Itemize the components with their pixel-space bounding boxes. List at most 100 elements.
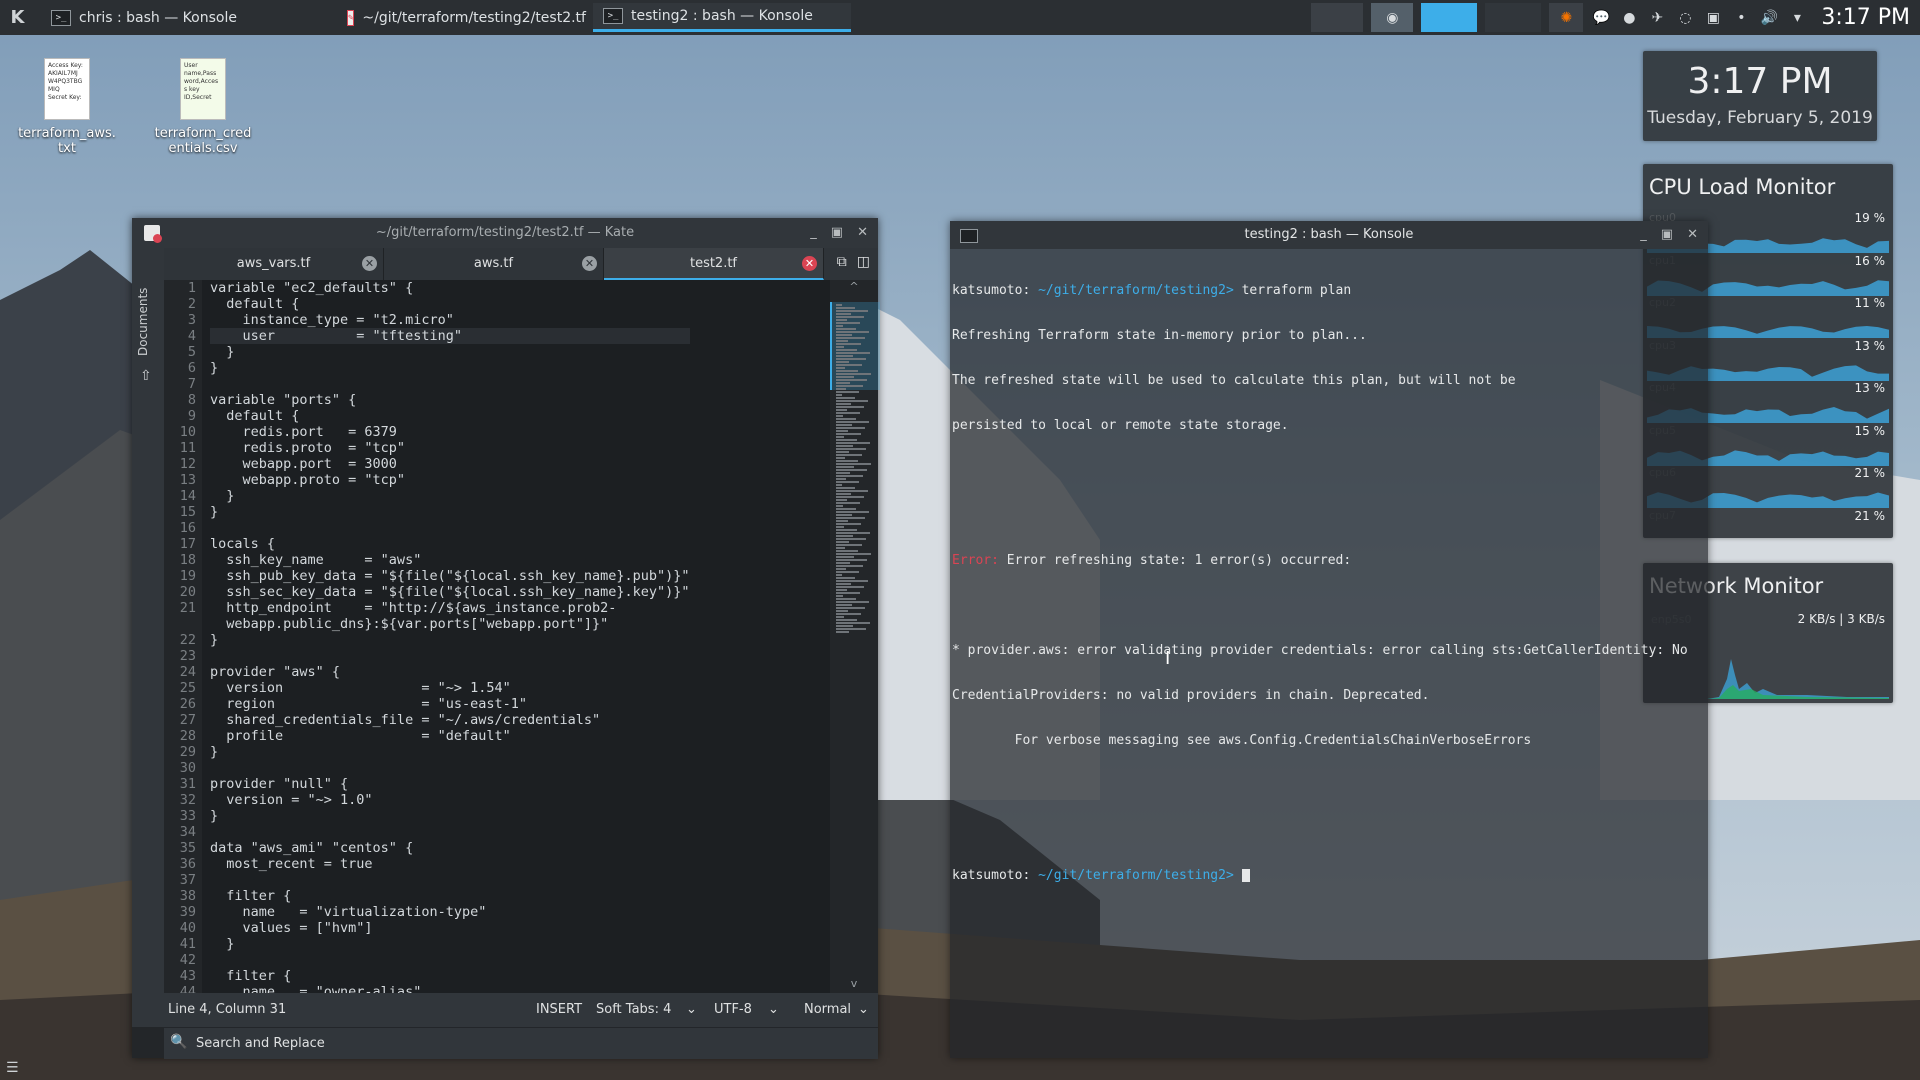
tab-close-icon[interactable]: ✕ (582, 256, 597, 271)
digital-clock-widget[interactable]: 3:17 PM Tuesday, February 5, 2019 (1643, 51, 1877, 141)
code-line[interactable]: instance_type = "t2.micro" (210, 312, 690, 328)
close-button[interactable]: ✕ (1687, 221, 1698, 249)
code-line[interactable]: } (210, 488, 690, 504)
code-line[interactable] (210, 824, 690, 840)
volume-icon[interactable]: 🔊 (1759, 8, 1779, 28)
code-line[interactable]: shared_credentials_file = "~/.aws/creden… (210, 712, 690, 728)
code-line[interactable]: ssh_key_name = "aws" (210, 552, 690, 568)
konsole-titlebar[interactable]: testing2 : bash — Konsole _ ▣ ✕ (950, 221, 1708, 249)
tab-close-icon[interactable]: ✕ (362, 256, 377, 271)
code-line[interactable] (210, 872, 690, 888)
quick-open-icon[interactable]: ⧉ (837, 254, 847, 270)
input-mode[interactable]: INSERT (536, 1002, 582, 1017)
pager-desktop-3[interactable] (1421, 3, 1478, 32)
terminal-output[interactable]: katsumoto: ~/git/terraform/testing2> ter… (952, 253, 1688, 913)
code-line[interactable]: webapp.proto = "tcp" (210, 472, 690, 488)
code-line[interactable] (210, 648, 690, 664)
code-line[interactable]: webapp.public_dns}:${var.ports["webapp.p… (210, 616, 690, 632)
search-replace-bar[interactable]: 🔍 Search and Replace (164, 1027, 878, 1059)
task-chris-konsole[interactable]: >_ chris : bash — Konsole (41, 3, 331, 32)
code-line[interactable]: name = "owner-alias" (210, 984, 690, 993)
search-replace-label[interactable]: Search and Replace (196, 1036, 325, 1051)
scroll-up-icon[interactable]: ^ (830, 280, 878, 296)
code-line[interactable]: provider "null" { (210, 776, 690, 792)
code-line[interactable]: ssh_sec_key_data = "${file("${local.ssh_… (210, 584, 689, 600)
code-line[interactable]: webapp.port = 3000 (210, 456, 690, 472)
kate-titlebar[interactable]: ~/git/terraform/testing2/test2.tf — Kate… (132, 218, 878, 248)
desktop-file-terraform-credentials-csv[interactable]: User name,Pass word,Acces s key ID,Secre… (148, 58, 258, 156)
taskbar-clock[interactable]: 3:17 PM (1821, 5, 1910, 30)
tray-expand-icon[interactable]: ▾ (1787, 8, 1807, 28)
close-button[interactable]: ✕ (857, 218, 868, 248)
chevron-down-icon[interactable]: ⌄ (768, 1002, 779, 1017)
pager-desktop-4[interactable] (1485, 3, 1542, 32)
konsole-window[interactable]: testing2 : bash — Konsole _ ▣ ✕ katsumot… (950, 221, 1708, 1058)
minimize-button[interactable]: _ (1640, 221, 1647, 249)
indentation-settings[interactable]: Soft Tabs: 4 (596, 1002, 671, 1017)
documents-sidebar-tab[interactable]: Documents (136, 288, 150, 356)
code-line[interactable]: locals { (210, 536, 690, 552)
code-line[interactable]: variable "ports" { (210, 392, 690, 408)
pager-desktop-2[interactable]: ◉ (1371, 3, 1414, 32)
code-line[interactable]: } (210, 936, 690, 952)
code-line[interactable]: } (210, 808, 690, 824)
monitor-icon[interactable]: ▣ (1703, 8, 1723, 28)
code-line[interactable]: values = ["hvm"] (210, 920, 690, 936)
maximize-button[interactable]: ▣ (831, 218, 843, 248)
updates-icon[interactable]: ◌ (1675, 8, 1695, 28)
minimap-scrollbar[interactable]: ^ v (830, 280, 880, 993)
code-line[interactable]: region = "us-east-1" (210, 696, 690, 712)
code-line[interactable] (210, 760, 690, 776)
code-line[interactable]: default { (210, 408, 690, 424)
tab-close-icon[interactable]: ✕ (802, 256, 817, 271)
code-line[interactable]: provider "aws" { (210, 664, 690, 680)
code-line[interactable]: filter { (210, 968, 690, 984)
application-launcher-icon[interactable]: K (0, 0, 35, 35)
code-line[interactable]: } (210, 344, 690, 360)
tab-aws-tf[interactable]: aws.tf ✕ (384, 248, 604, 280)
pager-desktop-5[interactable]: ✺ (1549, 3, 1584, 32)
task-kate[interactable]: ✎ ~/git/terraform/testing2/test2.tf ... (337, 3, 587, 32)
cursor-position[interactable]: Line 4, Column 31 (168, 1002, 286, 1017)
code-line[interactable]: ssh_pub_key_data = "${file("${local.ssh_… (210, 568, 689, 584)
chat-icon[interactable]: 💬 (1591, 8, 1611, 28)
network-icon[interactable]: • (1731, 8, 1751, 28)
code-line[interactable] (210, 520, 690, 536)
code-line[interactable]: redis.proto = "tcp" (210, 440, 690, 456)
code-line[interactable]: most_recent = true (210, 856, 690, 872)
encoding-selector[interactable]: UTF-8 (714, 1002, 752, 1017)
user-status-icon[interactable]: ● (1619, 8, 1639, 28)
chevron-down-icon[interactable]: ⌄ (686, 1002, 697, 1017)
pager-desktop-1[interactable] (1311, 3, 1364, 32)
tab-aws-vars-tf[interactable]: aws_vars.tf ✕ (164, 248, 384, 280)
desktop-file-terraform-aws-txt[interactable]: Access Key: AKIAIL7MJ W4PQ3TBG MIQ Secre… (12, 58, 122, 156)
code-line[interactable]: } (210, 504, 690, 520)
code-line[interactable]: version = "~> 1.0" (210, 792, 690, 808)
highlighting-mode[interactable]: Normal (804, 1002, 851, 1017)
kate-app-icon[interactable] (144, 225, 162, 243)
code-line[interactable]: } (210, 632, 690, 648)
upload-arrow-icon[interactable]: ⇧ (140, 368, 152, 384)
code-line[interactable]: http_endpoint = "http://${aws_instance.p… (210, 600, 690, 616)
chevron-down-icon[interactable]: ⌄ (858, 1002, 869, 1017)
code-line[interactable]: variable "ec2_defaults" { (210, 280, 690, 296)
code-line[interactable]: } (210, 360, 690, 376)
code-line[interactable]: version = "~> 1.54" (210, 680, 690, 696)
code-line[interactable]: profile = "default" (210, 728, 690, 744)
code-line[interactable] (210, 952, 690, 968)
code-line[interactable]: redis.port = 6379 (210, 424, 690, 440)
code-line[interactable]: user = "tftesting" (210, 328, 690, 344)
task-testing2-konsole[interactable]: >_ testing2 : bash — Konsole (593, 3, 851, 32)
code-line[interactable]: } (210, 744, 690, 760)
desktop-toolbox-icon[interactable]: ☰ (6, 1060, 19, 1076)
code-line[interactable]: data "aws_ami" "centos" { (210, 840, 690, 856)
code-text[interactable]: variable "ec2_defaults" { default { inst… (210, 280, 690, 993)
scroll-down-icon[interactable]: v (830, 977, 878, 993)
rocket-icon[interactable]: ✈ (1647, 8, 1667, 28)
minimize-button[interactable]: _ (810, 218, 817, 248)
code-line[interactable]: filter { (210, 888, 690, 904)
code-editor[interactable]: 1 2 3 4 5 6 7 8 9 10 11 12 13 14 15 16 17 18 19 20 21 22 23 24 2… (164, 280, 830, 993)
code-line[interactable] (210, 376, 690, 392)
maximize-button[interactable]: ▣ (1661, 221, 1673, 249)
code-line[interactable]: default { (210, 296, 690, 312)
